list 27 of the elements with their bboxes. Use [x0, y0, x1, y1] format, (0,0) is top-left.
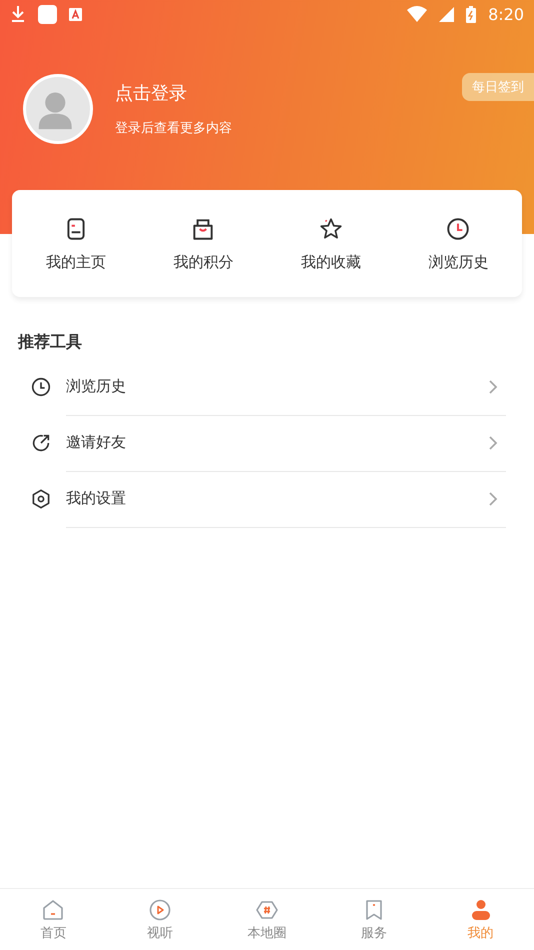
notification-icon: [69, 8, 82, 20]
shortcut-label[interactable]: 浏览历史: [428, 252, 488, 272]
nav-tab[interactable]: 服务: [320, 889, 428, 950]
play-icon: [148, 898, 172, 922]
wifi-icon: [407, 6, 428, 22]
shortcut-label[interactable]: 我的收藏: [300, 252, 361, 272]
shortcut-label[interactable]: 我的积分: [173, 252, 234, 272]
tool-item[interactable]: 我的设置: [66, 470, 506, 528]
clock-icon: [30, 376, 52, 398]
tool-item[interactable]: 邀请好友: [66, 414, 506, 472]
login-hint: 登录后查看更多内容: [115, 120, 232, 137]
shortcut-label[interactable]: 我的主页: [46, 252, 106, 272]
star-icon: [318, 216, 344, 242]
download-icon: [10, 5, 26, 23]
tool-item[interactable]: 浏览历史: [66, 358, 506, 416]
section-title: 推荐工具: [16, 332, 83, 353]
nav-tab[interactable]: 本地圈: [214, 889, 320, 950]
clock-icon: [445, 216, 472, 242]
app-icon: [38, 4, 57, 24]
signal-icon: [439, 6, 454, 22]
home-icon: [41, 898, 66, 922]
clock-time: 8:20: [488, 4, 524, 24]
nav-tab[interactable]: 首页: [0, 889, 107, 950]
share-icon: [30, 432, 52, 454]
settings-icon: [30, 488, 52, 510]
battery-icon: [466, 6, 476, 22]
nav-tab[interactable]: 视听: [106, 889, 214, 950]
